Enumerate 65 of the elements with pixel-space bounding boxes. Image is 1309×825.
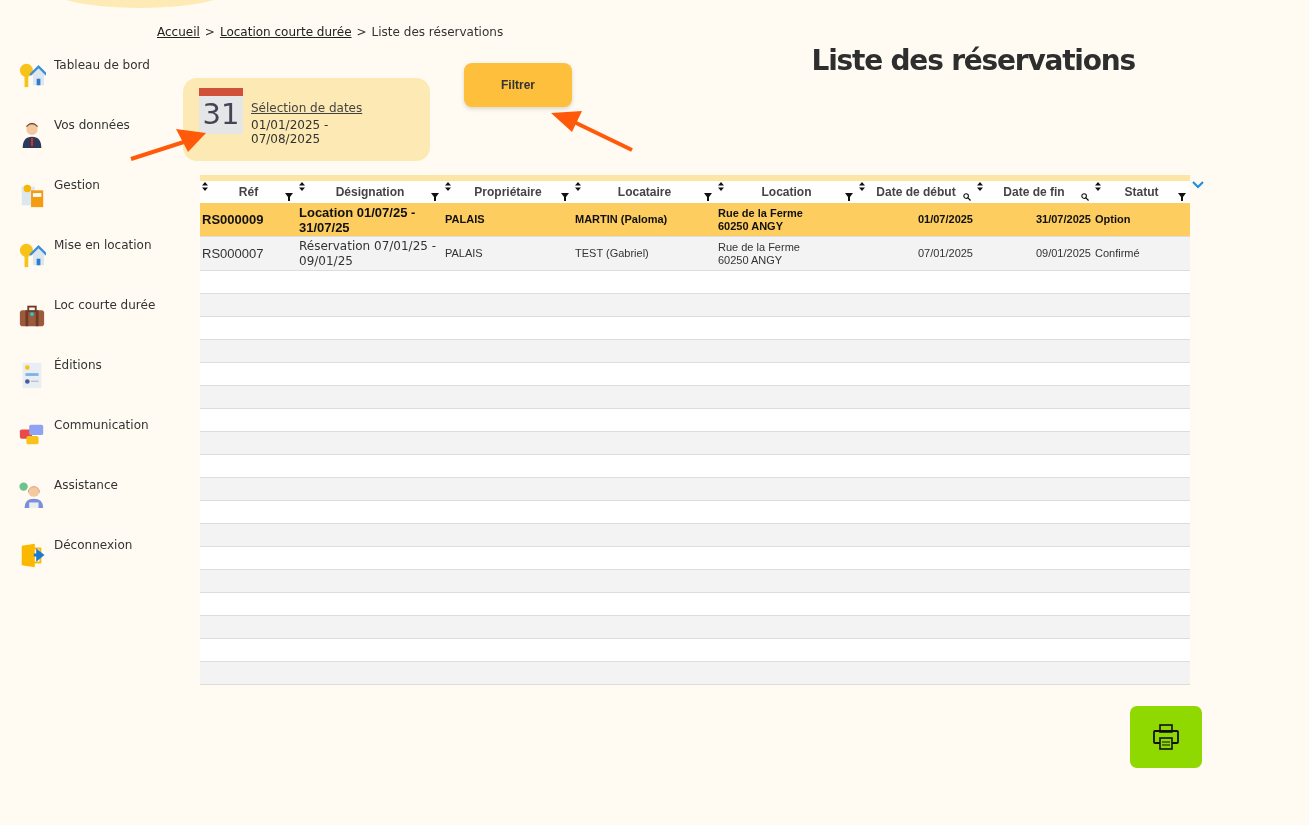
filter-button[interactable]: Filtrer [464,63,572,107]
sort-icon[interactable] [299,182,305,191]
table-cell: Confirmé [1095,247,1140,260]
chevron-down-icon[interactable] [1192,181,1204,189]
sidebar-item[interactable]: Loc courte durée [54,298,156,312]
table-cell: 07/01/2025 [917,247,973,260]
table-cell: PALAIS [445,213,485,226]
search-icon[interactable] [963,193,971,201]
table-cell-text: Réservation 07/01/25 - 09/01/25 [299,238,438,269]
sidebar-item[interactable]: Mise en location [54,238,152,252]
filter-icon[interactable] [845,193,853,201]
sort-icon[interactable] [718,182,724,191]
filter-icon[interactable] [704,193,712,201]
sidebar-item[interactable]: Tableau de bord [54,58,150,72]
table-cell: Option [1095,213,1131,226]
column-header[interactable]: Location [761,185,812,199]
table-cell: TEST (Gabriel) [575,247,649,260]
print-button[interactable] [1130,706,1202,768]
sidebar-item[interactable]: Déconnexion [54,538,133,552]
table-cell: 01/07/2025 [917,213,973,226]
table-cell: MARTIN (Paloma) [575,213,668,226]
sidebar-item[interactable]: Éditions [54,358,102,372]
breadcrumb-current: Liste des réservations [371,25,504,41]
table-cell: 31/07/2025 [1035,213,1091,226]
column-header[interactable]: Propriétaire [474,185,542,199]
table-cell: RS000007 [202,246,264,261]
calendar-icon[interactable]: 31 [199,88,243,134]
sort-icon[interactable] [977,182,983,191]
column-header[interactable]: Statut [1124,185,1159,199]
sort-icon[interactable] [202,182,208,191]
sidebar-item[interactable]: Assistance [54,478,118,492]
breadcrumb-separator: > [356,25,367,41]
column-header[interactable]: Désignation [335,185,405,199]
breadcrumb-separator: > [204,25,215,41]
table-row[interactable]: RS000009 Location 01/07/25 - 31/07/25 PALAIS MARTIN (Paloma) Rue de la Ferme 60250 ANGY 01/07/2025 31/07/2025 Option [200,203,1190,237]
sort-icon[interactable] [445,182,451,191]
column-header[interactable]: Locataire [617,185,672,199]
sort-icon[interactable] [575,182,581,191]
filter-icon[interactable] [285,193,293,201]
table-cell-text: Location 01/07/25 - 31/07/25 [299,204,417,235]
column-header[interactable]: Date de fin [1003,185,1065,199]
date-selection-link[interactable]: Sélection de dates [251,101,363,115]
table-cell: 09/01/2025 [1035,247,1091,260]
table-cell: RS000009 [202,212,264,227]
column-header[interactable]: Réf [238,185,259,199]
column-header[interactable]: Date de début [876,185,956,199]
filter-icon[interactable] [1178,193,1186,201]
sort-icon[interactable] [859,182,865,191]
page-title: Liste des réservations [811,44,1135,77]
breadcrumb-link[interactable]: Accueil [157,25,200,48]
sidebar-item[interactable]: Communication [54,418,149,432]
support-agent-icon[interactable] [18,480,46,510]
table-cell: PALAIS [445,247,483,260]
sidebar-item[interactable]: Gestion [54,178,100,192]
sidebar-item[interactable]: Vos données [54,118,130,132]
date-range-end: 07/08/2025 [251,132,322,146]
sort-icon[interactable] [1095,182,1101,191]
filter-icon[interactable] [561,193,569,201]
table-cell: Rue de la Ferme 60250 ANGY [718,240,800,267]
date-range-start: 01/01/2025 - [251,118,330,132]
breadcrumb-link[interactable]: Location courte durée [219,25,352,48]
search-icon[interactable] [1081,193,1089,201]
printer-icon [1150,721,1182,753]
filter-icon[interactable] [431,193,439,201]
table-cell: Rue de la Ferme 60250 ANGY [718,206,803,233]
